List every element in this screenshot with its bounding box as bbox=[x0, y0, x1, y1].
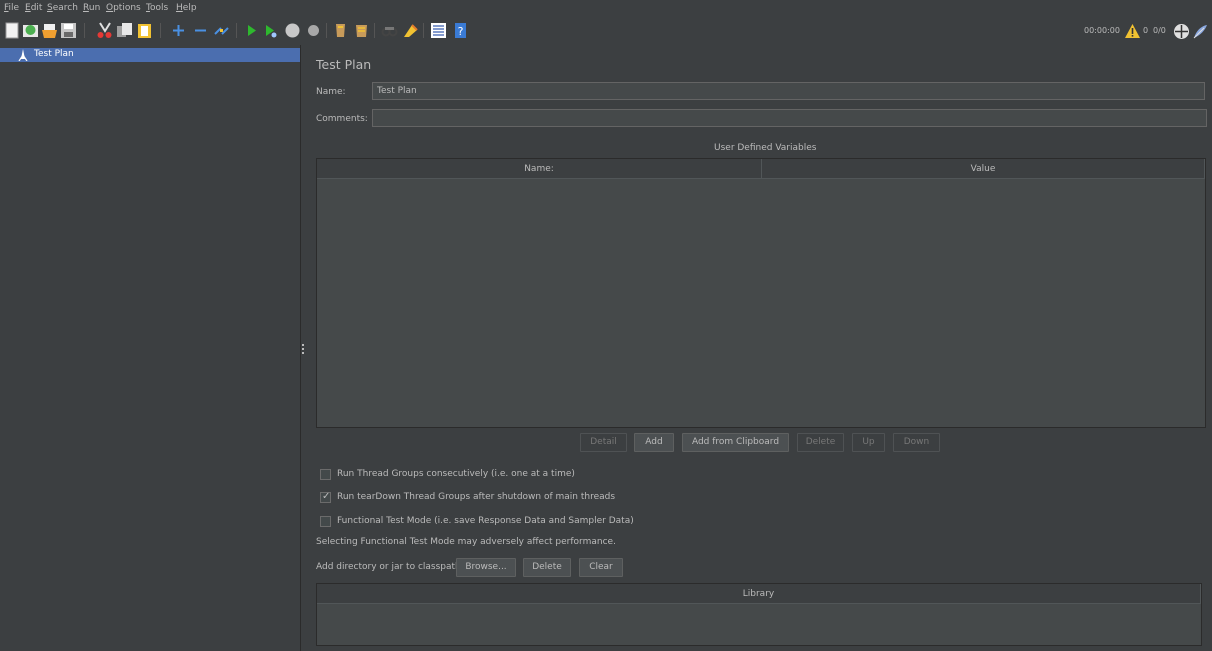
clear-all-icon[interactable] bbox=[353, 22, 370, 39]
paste-icon[interactable] bbox=[136, 22, 153, 39]
library-table[interactable]: Library bbox=[316, 583, 1202, 646]
toolbar-separator bbox=[84, 23, 85, 38]
menu-help[interactable]: Help bbox=[176, 3, 197, 13]
clear-icon[interactable] bbox=[332, 22, 349, 39]
menu-bar: File Edit Search Run Options Tools Help bbox=[0, 0, 1212, 18]
toggle-icon[interactable] bbox=[213, 22, 230, 39]
menu-tools[interactable]: Tools bbox=[146, 3, 168, 13]
functional-test-mode-checkbox[interactable] bbox=[320, 516, 331, 527]
down-button[interactable]: Down bbox=[893, 433, 940, 452]
browse-button[interactable]: Browse... bbox=[456, 558, 516, 577]
column-header-name[interactable]: Name: bbox=[317, 159, 762, 179]
collapse-icon[interactable] bbox=[192, 22, 209, 39]
delete-classpath-button[interactable]: Delete bbox=[523, 558, 571, 577]
run-teardown-label: Run tearDown Thread Groups after shutdow… bbox=[337, 492, 616, 502]
toolbar: ? 00:00:00 0 0/0 bbox=[0, 18, 1212, 44]
udv-title: User Defined Variables bbox=[714, 143, 817, 153]
reset-search-icon[interactable] bbox=[402, 22, 419, 39]
comments-label: Comments: bbox=[316, 114, 368, 124]
active-threads: 0/0 bbox=[1153, 26, 1166, 35]
classpath-label: Add directory or jar to classpath bbox=[316, 562, 461, 572]
comments-field[interactable] bbox=[372, 109, 1207, 127]
delete-variable-button[interactable]: Delete bbox=[797, 433, 844, 452]
functional-mode-note: Selecting Functional Test Mode may adver… bbox=[316, 537, 616, 547]
feather-icon[interactable] bbox=[1192, 23, 1209, 40]
divider-grip-icon[interactable] bbox=[302, 344, 304, 356]
run-teardown-checkbox[interactable] bbox=[320, 491, 331, 503]
toolbar-separator bbox=[236, 23, 237, 38]
open-icon[interactable] bbox=[41, 22, 58, 39]
detail-button[interactable]: Detail bbox=[580, 433, 627, 452]
help-icon[interactable]: ? bbox=[452, 22, 469, 39]
tree-item-label: Test Plan bbox=[34, 49, 74, 59]
add-button[interactable]: Add bbox=[634, 433, 674, 452]
copy-icon[interactable] bbox=[116, 22, 133, 39]
expand-icon[interactable] bbox=[170, 22, 187, 39]
functional-test-mode-label: Functional Test Mode (i.e. save Response… bbox=[337, 516, 634, 526]
shutdown-icon[interactable] bbox=[305, 22, 322, 39]
menu-options[interactable]: Options bbox=[106, 3, 141, 13]
function-helper-icon[interactable] bbox=[430, 22, 447, 39]
warning-icon[interactable] bbox=[1124, 23, 1141, 40]
warning-count: 0 bbox=[1143, 26, 1149, 35]
templates-icon[interactable] bbox=[22, 22, 39, 39]
column-header-value[interactable]: Value bbox=[762, 159, 1205, 179]
remote-icon[interactable] bbox=[1173, 23, 1190, 40]
save-icon[interactable] bbox=[60, 22, 77, 39]
name-field[interactable] bbox=[372, 82, 1205, 100]
menu-search[interactable]: Search bbox=[47, 3, 78, 13]
toolbar-separator bbox=[160, 23, 161, 38]
start-icon[interactable] bbox=[243, 22, 260, 39]
toolbar-separator bbox=[423, 23, 424, 38]
test-plan-icon bbox=[17, 49, 29, 62]
menu-edit[interactable]: Edit bbox=[25, 3, 42, 13]
elapsed-time: 00:00:00 bbox=[1084, 26, 1120, 35]
run-consecutively-checkbox[interactable] bbox=[320, 469, 331, 480]
search-icon[interactable] bbox=[381, 22, 398, 39]
clear-classpath-button[interactable]: Clear bbox=[579, 558, 623, 577]
svg-text:?: ? bbox=[458, 25, 464, 38]
menu-run[interactable]: Run bbox=[83, 3, 100, 13]
run-consecutively-label: Run Thread Groups consecutively (i.e. on… bbox=[337, 469, 575, 479]
tree-item-test-plan[interactable]: Test Plan bbox=[0, 48, 300, 62]
start-no-pauses-icon[interactable] bbox=[262, 22, 279, 39]
test-plan-tree: Test Plan bbox=[0, 45, 301, 651]
up-button[interactable]: Up bbox=[852, 433, 885, 452]
menu-file[interactable]: File bbox=[4, 3, 19, 13]
user-defined-variables-table[interactable]: Name: Value bbox=[316, 158, 1206, 428]
cut-icon[interactable] bbox=[96, 22, 113, 39]
page-title: Test Plan bbox=[316, 57, 372, 72]
column-header-library[interactable]: Library bbox=[317, 584, 1201, 604]
toolbar-separator bbox=[374, 23, 375, 38]
add-from-clipboard-button[interactable]: Add from Clipboard bbox=[682, 433, 789, 452]
toolbar-separator bbox=[326, 23, 327, 38]
name-label: Name: bbox=[316, 87, 346, 97]
new-icon[interactable] bbox=[4, 22, 21, 39]
stop-icon[interactable] bbox=[284, 22, 301, 39]
